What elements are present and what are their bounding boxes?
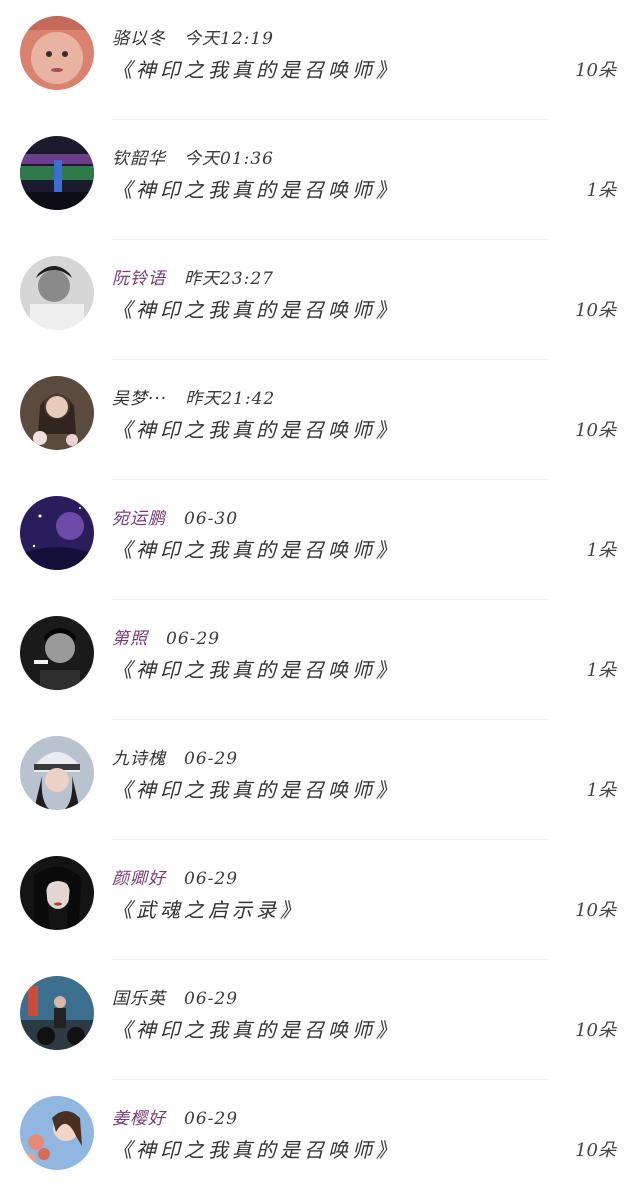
list-item[interactable]: 吴梦··· 昨天21:42 《神印之我真的是召唤师》 10朵 bbox=[0, 360, 640, 480]
timestamp: 06-30 bbox=[184, 509, 239, 529]
user-name: 国乐英 bbox=[112, 989, 166, 1009]
list-item[interactable]: 钦韶华 今天01:36 《神印之我真的是召唤师》 1朵 bbox=[0, 120, 640, 240]
meta: 颜卿好 06-29 bbox=[112, 864, 238, 889]
book-title: 《武魂之启示录》 bbox=[112, 898, 304, 922]
user-name: 姜樱好 bbox=[112, 1109, 166, 1129]
avatar[interactable] bbox=[20, 16, 94, 90]
flower-count: 10朵 bbox=[575, 1020, 616, 1041]
user-name: 骆以冬 bbox=[112, 29, 166, 49]
timestamp: 06-29 bbox=[184, 989, 239, 1009]
flower-count: 10朵 bbox=[575, 900, 616, 921]
user-name: 第照 bbox=[112, 629, 148, 649]
avatar[interactable] bbox=[20, 976, 94, 1050]
flower-count: 1朵 bbox=[586, 780, 616, 801]
timestamp: 今天01:36 bbox=[184, 149, 274, 169]
timestamp: 今天12:19 bbox=[184, 29, 274, 49]
timestamp: 06-29 bbox=[184, 869, 239, 889]
avatar[interactable] bbox=[20, 616, 94, 690]
flower-count: 10朵 bbox=[575, 60, 616, 81]
flower-count: 1朵 bbox=[586, 540, 616, 561]
meta: 第照 06-29 bbox=[112, 624, 220, 649]
meta: 九诗槐 06-29 bbox=[112, 744, 238, 769]
book-title: 《神印之我真的是召唤师》 bbox=[112, 298, 400, 322]
timestamp: 昨天23:27 bbox=[184, 269, 274, 289]
avatar[interactable] bbox=[20, 376, 94, 450]
avatar[interactable] bbox=[20, 256, 94, 330]
list-item[interactable]: 第照 06-29 《神印之我真的是召唤师》 1朵 bbox=[0, 600, 640, 720]
list-item[interactable]: 宛运鹏 06-30 《神印之我真的是召唤师》 1朵 bbox=[0, 480, 640, 600]
user-name: 阮铃语 bbox=[112, 269, 166, 289]
list-item[interactable]: 阮铃语 昨天23:27 《神印之我真的是召唤师》 10朵 bbox=[0, 240, 640, 360]
user-name: 钦韶华 bbox=[112, 149, 166, 169]
list-item[interactable]: 骆以冬 今天12:19 《神印之我真的是召唤师》 10朵 bbox=[0, 0, 640, 120]
meta: 骆以冬 今天12:19 bbox=[112, 24, 274, 49]
book-title: 《神印之我真的是召唤师》 bbox=[112, 658, 400, 682]
flower-count: 10朵 bbox=[575, 1140, 616, 1161]
avatar[interactable] bbox=[20, 136, 94, 210]
avatar[interactable] bbox=[20, 496, 94, 570]
list-item[interactable]: 颜卿好 06-29 《武魂之启示录》 10朵 bbox=[0, 840, 640, 960]
gift-list: 骆以冬 今天12:19 《神印之我真的是召唤师》 10朵 钦韶华 今天01:36 《… bbox=[0, 0, 640, 1181]
user-name: 吴梦··· bbox=[112, 389, 168, 409]
flower-count: 10朵 bbox=[575, 420, 616, 441]
meta: 吴梦··· 昨天21:42 bbox=[112, 384, 275, 409]
book-title: 《神印之我真的是召唤师》 bbox=[112, 1138, 400, 1162]
meta: 阮铃语 昨天23:27 bbox=[112, 264, 274, 289]
user-name: 颜卿好 bbox=[112, 869, 166, 889]
user-name: 九诗槐 bbox=[112, 749, 166, 769]
flower-count: 1朵 bbox=[586, 660, 616, 681]
book-title: 《神印之我真的是召唤师》 bbox=[112, 778, 400, 802]
timestamp: 06-29 bbox=[184, 749, 239, 769]
list-item[interactable]: 姜樱好 06-29 《神印之我真的是召唤师》 10朵 bbox=[0, 1080, 640, 1200]
timestamp: 昨天21:42 bbox=[185, 389, 276, 409]
timestamp: 06-29 bbox=[184, 1109, 239, 1129]
meta: 姜樱好 06-29 bbox=[112, 1104, 238, 1129]
meta: 国乐英 06-29 bbox=[112, 984, 238, 1009]
meta: 钦韶华 今天01:36 bbox=[112, 144, 274, 169]
avatar[interactable] bbox=[20, 736, 94, 810]
book-title: 《神印之我真的是召唤师》 bbox=[112, 418, 400, 442]
list-item[interactable]: 九诗槐 06-29 《神印之我真的是召唤师》 1朵 bbox=[0, 720, 640, 840]
meta: 宛运鹏 06-30 bbox=[112, 504, 238, 529]
flower-count: 1朵 bbox=[586, 180, 616, 201]
list-item[interactable]: 国乐英 06-29 《神印之我真的是召唤师》 10朵 bbox=[0, 960, 640, 1080]
timestamp: 06-29 bbox=[166, 629, 221, 649]
user-name: 宛运鹏 bbox=[112, 509, 166, 529]
avatar[interactable] bbox=[20, 1096, 94, 1170]
flower-count: 10朵 bbox=[575, 300, 616, 321]
avatar[interactable] bbox=[20, 856, 94, 930]
book-title: 《神印之我真的是召唤师》 bbox=[112, 538, 400, 562]
book-title: 《神印之我真的是召唤师》 bbox=[112, 58, 400, 82]
book-title: 《神印之我真的是召唤师》 bbox=[112, 178, 400, 202]
book-title: 《神印之我真的是召唤师》 bbox=[112, 1018, 400, 1042]
